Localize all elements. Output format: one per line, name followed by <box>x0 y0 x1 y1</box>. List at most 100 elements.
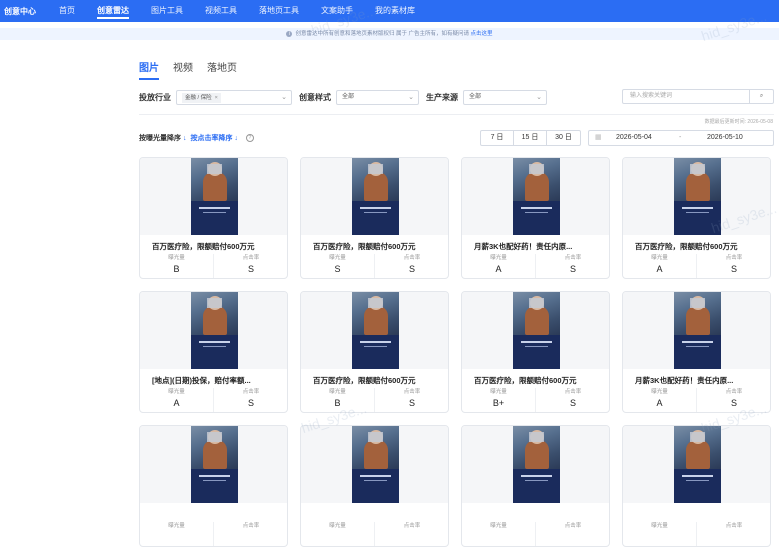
creative-thumbnail[interactable] <box>674 292 721 369</box>
creative-thumbnail[interactable] <box>191 292 238 369</box>
notice-link[interactable]: 点击这里 <box>471 31 493 37</box>
metric-ctr: 点击率 S <box>536 254 609 278</box>
creative-thumbnail[interactable] <box>352 426 399 503</box>
exposure-grade: A <box>495 264 502 274</box>
day-30-button[interactable]: 30 日 <box>547 131 580 145</box>
source-select[interactable]: 全部 ⌄ <box>463 89 547 105</box>
nav-item-landing-tools[interactable]: 落地页工具 <box>248 0 310 22</box>
creative-card[interactable]: 百万医疗险，限额赔付600万元 曝光量 S 点击率 S <box>300 157 449 279</box>
search-button[interactable]: ⌕ <box>749 90 773 103</box>
person-image <box>525 172 549 201</box>
card-metrics: 曝光量 A 点击率 S <box>462 254 609 278</box>
creative-thumbnail[interactable] <box>352 292 399 369</box>
creative-card[interactable]: 月薪3K也配好药！责任内原... 曝光量 A 点击率 S <box>461 157 610 279</box>
thumb-text-line <box>686 480 709 481</box>
exposure-label: 曝光量 <box>168 255 185 261</box>
metric-exposure: 曝光量 A <box>623 388 697 412</box>
card-thumbnail-area <box>462 292 609 369</box>
nav-item-creative-radar[interactable]: 创意雷达 <box>86 0 140 22</box>
update-time: 数据最后更新时间: 2026-05-08 <box>704 119 773 125</box>
close-icon[interactable]: × <box>215 95 218 101</box>
ctr-grade: S <box>569 264 576 274</box>
tab-images[interactable]: 图片 <box>139 59 159 80</box>
ctr-label: 点击率 <box>403 389 421 395</box>
creative-card[interactable]: 百万医疗险，限额赔付600万元 曝光量 B 点击率 S <box>139 157 288 279</box>
industry-select[interactable]: 金融 / 保险 × ⌄ <box>176 89 292 105</box>
day-15-button[interactable]: 15 日 <box>514 131 547 145</box>
exposure-grade: B <box>334 398 341 408</box>
tab-landing-pages[interactable]: 落地页 <box>207 59 237 80</box>
day-range-buttons: 7 日 15 日 30 日 <box>480 130 581 146</box>
exposure-label: 曝光量 <box>329 255 346 261</box>
creative-thumbnail[interactable] <box>513 158 560 235</box>
date-end[interactable]: 2026-05-10 <box>707 131 743 145</box>
metric-exposure: 曝光量 B <box>140 254 214 278</box>
blur-mosaic <box>690 298 705 308</box>
thumb-text-line <box>682 207 713 209</box>
top-nav-bar: 创意中心 首页 创意雷达 图片工具 视频工具 落地页工具 文案助手 我的素材库 <box>0 0 779 22</box>
date-start[interactable]: 2026-05-04 <box>616 131 652 145</box>
creative-card[interactable]: [地点](日期)投保，赔付率额... 曝光量 A 点击率 S <box>139 291 288 413</box>
metric-ctr: 点击率 S <box>697 388 770 412</box>
card-metrics: 曝光量 B 点击率 S <box>140 254 287 278</box>
creative-card[interactable]: 百万医疗险，限额赔付600万元 曝光量 B+ 点击率 S <box>461 291 610 413</box>
sort-by-ctr[interactable]: 按点击率降序 ↓ <box>190 133 237 143</box>
thumb-text-line <box>364 480 387 481</box>
thumb-text-line <box>686 212 709 213</box>
thumb-text-line <box>682 475 713 477</box>
creative-card[interactable]: 曝光量 点击率 <box>461 425 610 547</box>
tab-videos[interactable]: 视频 <box>173 59 193 80</box>
exposure-grade: S <box>334 264 341 274</box>
exposure-label: 曝光量 <box>490 389 507 395</box>
metric-exposure: 曝光量 <box>462 522 536 546</box>
card-thumbnail-area <box>140 158 287 235</box>
card-title: 百万医疗险，限额赔付600万元 <box>635 242 738 251</box>
nav-item-copy-assistant[interactable]: 文案助手 <box>310 0 364 22</box>
card-thumbnail-area <box>462 426 609 503</box>
creative-thumbnail[interactable] <box>513 426 560 503</box>
creative-card[interactable]: 月薪3K也配好药！责任内原... 曝光量 A 点击率 S <box>622 291 771 413</box>
date-range-picker[interactable]: ▦ 2026-05-04 - 2026-05-10 <box>588 130 774 146</box>
person-image <box>364 440 388 469</box>
search-input[interactable]: 输入搜索关键词 ⌕ <box>622 89 774 104</box>
creative-thumbnail[interactable] <box>191 426 238 503</box>
creative-card[interactable]: 百万医疗险，限额赔付600万元 曝光量 A 点击率 S <box>622 157 771 279</box>
thumb-text-line <box>203 212 226 213</box>
nav-item-my-library[interactable]: 我的素材库 <box>364 0 426 22</box>
thumb-text-line <box>364 212 387 213</box>
creative-thumbnail[interactable] <box>352 158 399 235</box>
creative-thumbnail[interactable] <box>674 426 721 503</box>
nav-item-video-tools[interactable]: 视频工具 <box>194 0 248 22</box>
nav-item-home[interactable]: 首页 <box>48 0 86 22</box>
metric-ctr: 点击率 S <box>214 254 287 278</box>
thumb-text-line <box>682 341 713 343</box>
search-placeholder: 输入搜索关键词 <box>630 93 673 99</box>
nav-item-image-tools[interactable]: 图片工具 <box>140 0 194 22</box>
creative-card[interactable]: 曝光量 点击率 <box>300 425 449 547</box>
exposure-label: 曝光量 <box>490 523 507 529</box>
exposure-grade: A <box>656 264 663 274</box>
style-select[interactable]: 全部 ⌄ <box>336 89 419 105</box>
card-metrics: 曝光量 点击率 <box>140 522 287 546</box>
thumb-text-line <box>525 346 548 347</box>
blur-mosaic <box>690 432 705 442</box>
creative-card[interactable]: 曝光量 点击率 <box>139 425 288 547</box>
blur-mosaic <box>207 298 222 308</box>
sort-by-exposure[interactable]: 按曝光量降序 ↓ <box>139 133 186 143</box>
exposure-grade: A <box>656 398 663 408</box>
creative-thumbnail[interactable] <box>674 158 721 235</box>
creative-thumbnail[interactable] <box>191 158 238 235</box>
person-image <box>686 306 710 335</box>
day-7-button[interactable]: 7 日 <box>481 131 514 145</box>
creative-card[interactable]: 百万医疗险，限额赔付600万元 曝光量 B 点击率 S <box>300 291 449 413</box>
chevron-down-icon: ⌄ <box>281 93 287 101</box>
ctr-label: 点击率 <box>564 255 582 261</box>
creative-card[interactable]: 曝光量 点击率 <box>622 425 771 547</box>
help-icon[interactable]: ? <box>245 134 254 142</box>
metric-ctr: 点击率 S <box>536 388 609 412</box>
sort-by-ctr-label: 按点击率降序 <box>190 135 233 142</box>
ctr-label: 点击率 <box>564 523 582 529</box>
creative-thumbnail[interactable] <box>513 292 560 369</box>
brand-logo[interactable]: 创意中心 <box>0 6 48 17</box>
metric-ctr: 点击率 S <box>375 388 448 412</box>
